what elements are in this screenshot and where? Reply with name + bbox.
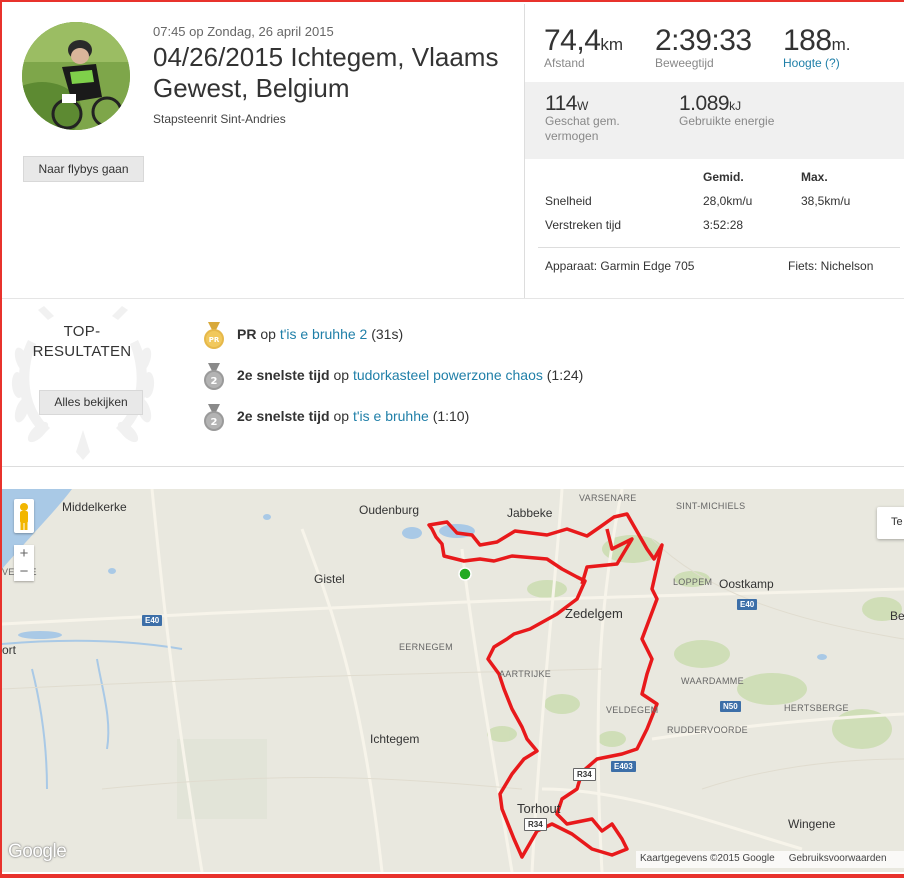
map-label-gistel: Gistel <box>314 572 345 586</box>
stat-distance: 74,4km Afstand <box>544 24 623 70</box>
pr-medal-icon: PR <box>204 322 224 349</box>
map-type-button[interactable]: Te <box>877 507 904 539</box>
section-divider <box>2 466 904 467</box>
map-canvas[interactable] <box>2 489 904 872</box>
achievement-time: (1:10) <box>432 408 470 424</box>
road-shield-e40: E40 <box>142 615 163 626</box>
table-row: Snelheid 28,0km/u 38,5km/u <box>545 194 890 212</box>
power-label: Geschat gem. vermogen <box>545 114 620 143</box>
zoom-control: + − <box>14 545 34 581</box>
stats-secondary: 114W Geschat gem. vermogen 1.089kJ Gebru… <box>525 82 904 159</box>
row-label: Verstreken tijd <box>545 218 622 232</box>
moving-time-label: Beweegtijd <box>655 56 714 70</box>
activity-title: 04/26/2015 Ichtegem, Vlaams Gewest, Belg… <box>153 42 499 103</box>
bike-info[interactable]: Fiets: Nichelson <box>788 259 873 273</box>
section-divider <box>2 298 904 299</box>
map-label-zedelgem: Zedelgem <box>565 606 623 621</box>
segment-link[interactable]: t'is e bruhhe <box>353 408 429 424</box>
distance-unit: km <box>600 35 624 54</box>
map-label-jabbeke: Jabbeke <box>507 506 553 520</box>
road-shield-r34: R34 <box>573 768 596 781</box>
map-label-be: Be <box>890 609 904 623</box>
row-max: 38,5km/u <box>801 194 851 208</box>
activity-datetime: 07:45 op Zondag, 26 april 2015 <box>153 24 334 39</box>
moving-time-value: 2:39:33 <box>655 24 752 57</box>
segment-link[interactable]: tudorkasteel powerzone chaos <box>353 367 543 383</box>
map-label-oostkamp: Oostkamp <box>719 577 774 591</box>
table-row: Verstreken tijd 3:52:28 <box>545 218 890 236</box>
map-label-ruddervoorde: RUDDERVOORDE <box>667 725 748 735</box>
map-label-varsenare: VARSENARE <box>579 493 637 503</box>
svg-text:PR: PR <box>209 336 220 344</box>
athlete-avatar[interactable] <box>22 22 130 130</box>
map-label-waardamme: WAARDAMME <box>681 676 744 686</box>
map-label-sint-michiels: SINT-MICHIELS <box>676 501 746 511</box>
map-label-loppem: LOPPEM <box>673 577 713 587</box>
map-label-wingene: Wingene <box>788 817 836 831</box>
map-label-torhout: Torhout <box>517 801 561 816</box>
road-shield-e40: E40 <box>737 599 758 610</box>
row-avg: 3:52:28 <box>703 218 744 232</box>
google-logo: Google <box>8 841 67 862</box>
zoom-out-button[interactable]: − <box>14 563 34 581</box>
map-label-middelkerke: Middelkerke <box>62 500 127 514</box>
row-avg: 28,0km/u <box>703 194 753 208</box>
attribution-text: Kaartgegevens ©2015 Google <box>640 853 775 864</box>
header-avg: Gemid. <box>703 170 744 184</box>
header-max: Max. <box>801 170 828 184</box>
energy-unit: kJ <box>729 99 742 113</box>
zoom-in-button[interactable]: + <box>14 545 34 563</box>
stat-power: 114W Geschat gem. vermogen <box>545 92 645 144</box>
silver-medal-icon: 2 <box>204 363 224 390</box>
stat-elevation: 188m. Hoogte (?) <box>783 24 850 70</box>
stats-primary: 74,4km Afstand 2:39:33 Beweegtijd 188m. … <box>525 4 904 82</box>
map-label-aartrijke: AARTRIJKE <box>499 669 552 679</box>
row-label: Snelheid <box>545 194 592 208</box>
svg-text:2: 2 <box>211 376 218 387</box>
elevation-unit: m. <box>831 35 851 54</box>
energy-value: 1.089 <box>679 92 730 115</box>
elevation-help-link[interactable]: Hoogte (?) <box>783 56 850 70</box>
energy-label: Gebruikte energie <box>679 114 775 128</box>
terms-link[interactable]: Gebruiksvoorwaarden <box>789 853 887 864</box>
stats-divider <box>538 247 900 248</box>
map-label-eernegem: EERNEGEM <box>399 642 453 652</box>
activity-subtitle: Stapsteenrit Sint-Andries <box>153 112 286 126</box>
stats-table-header: Gemid. Max. <box>545 170 890 188</box>
achievement-rank: PR <box>237 326 257 342</box>
achievement-rank: 2e snelste tijd <box>237 408 330 424</box>
silver-medal-icon: 2 <box>204 404 224 431</box>
distance-value: 74,4 <box>544 24 601 57</box>
top-results-title: TOP-RESULTATEN <box>32 323 132 360</box>
road-shield-r34: R34 <box>524 818 547 831</box>
achievement-op: op <box>333 367 350 383</box>
distance-label: Afstand <box>544 56 585 70</box>
elevation-value: 188 <box>783 24 832 57</box>
achievement-time: (1:24) <box>546 367 584 383</box>
map-label-veldegem: VELDEGEM <box>606 705 659 715</box>
achievement-op: op <box>260 326 276 342</box>
route-start-marker[interactable] <box>458 567 472 581</box>
achievement-op: op <box>333 408 350 424</box>
segment-link[interactable]: t'is e bruhhe 2 <box>280 326 368 342</box>
map-label-ichtegem: Ichtegem <box>370 732 420 746</box>
stat-energy: 1.089kJ Gebruikte energie <box>679 92 774 129</box>
map-label-hertsberge: HERTSBERGE <box>784 703 849 713</box>
stat-moving-time: 2:39:33 Beweegtijd <box>655 24 752 70</box>
view-all-button[interactable]: Alles bekijken <box>39 390 143 415</box>
road-shield-e403: E403 <box>611 761 636 772</box>
achievement-time: (31s) <box>371 326 404 342</box>
route-map[interactable]: Middelkerke Oudenburg Jabbeke VARSENARE … <box>2 489 904 872</box>
map-label-port: ort <box>2 643 17 657</box>
svg-text:2: 2 <box>211 417 218 428</box>
street-view-pegman-icon[interactable] <box>14 499 34 533</box>
map-label-oudenburg: Oudenburg <box>359 503 420 517</box>
device-info: Apparaat: Garmin Edge 705 <box>545 259 695 273</box>
achievement-rank: 2e snelste tijd <box>237 367 330 383</box>
power-unit: W <box>576 99 589 113</box>
flyby-button[interactable]: Naar flybys gaan <box>23 156 144 182</box>
map-attribution: Kaartgegevens ©2015 Google Gebruiksvoorwa… <box>636 851 904 868</box>
road-shield-n50: N50 <box>720 701 741 712</box>
power-value: 114 <box>545 92 577 115</box>
